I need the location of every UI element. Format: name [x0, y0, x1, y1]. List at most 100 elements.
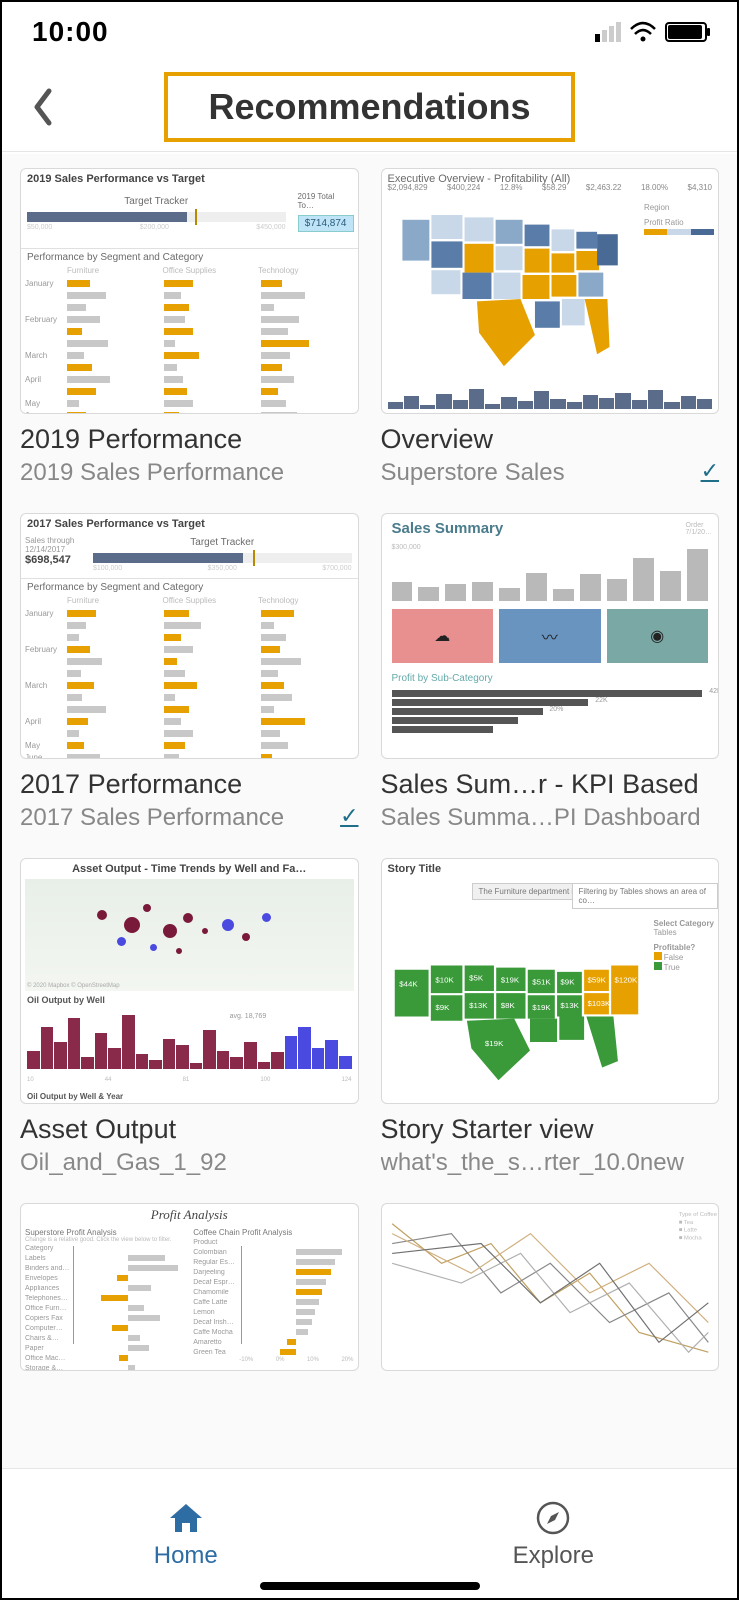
thumb-section: Oil Output by Well: [27, 995, 105, 1005]
svg-text:$5K: $5K: [469, 974, 484, 983]
home-icon: [166, 1498, 206, 1538]
tab-explore[interactable]: Explore: [370, 1469, 738, 1598]
segment-bars: January February March April May June: [21, 275, 358, 414]
rec-card-lines[interactable]: Type of Coffee ■ Tea ■ Latte ■ Mocha: [381, 1203, 720, 1371]
through-label: Sales through 12/14/2017: [25, 536, 83, 554]
tracker-label: Target Tracker: [87, 534, 358, 551]
card-title: Story Starter view: [381, 1114, 720, 1145]
total-value: $714,874: [298, 215, 354, 232]
svg-text:$19K: $19K: [500, 976, 519, 985]
us-map-icon: $44K $10K $9K $5K $13K $19K $8K $51K $19…: [388, 923, 659, 1093]
tab-label: Explore: [513, 1542, 594, 1570]
thumb-sub: Profit by Sub-Category: [382, 671, 719, 686]
card-title: Overview: [381, 424, 720, 455]
svg-text:$19K: $19K: [484, 1039, 503, 1048]
status-icons: [595, 21, 707, 43]
thumb-heading: Profit Analysis: [21, 1204, 358, 1226]
tab-home[interactable]: Home: [2, 1469, 370, 1598]
svg-text:$44K: $44K: [399, 980, 418, 989]
svg-text:$10K: $10K: [435, 976, 454, 985]
thumbnail: Type of Coffee ■ Tea ■ Latte ■ Mocha: [381, 1203, 720, 1371]
segment-bars: January February March April May June: [21, 605, 358, 759]
rec-card-2017-performance[interactable]: 2017 Sales Performance vs Target Sales t…: [20, 513, 359, 832]
svg-text:$103K: $103K: [587, 999, 611, 1008]
legend: RegionProfit Ratio: [644, 203, 714, 235]
through-value: $698,547: [25, 554, 83, 566]
total-label: 2019 Total To…: [292, 189, 358, 213]
card-title: 2017 Performance: [20, 769, 359, 800]
avg-annotation: avg. 18,769: [230, 1013, 267, 1020]
summary-bars: [382, 543, 719, 601]
user-icon: ◉: [607, 609, 709, 663]
rec-card-2019-performance[interactable]: 2019 Sales Performance vs Target Target …: [20, 168, 359, 487]
page-title: Recommendations: [208, 86, 530, 128]
rec-card-overview[interactable]: Executive Overview - Profitability (All)…: [381, 168, 720, 487]
status-bar: 10:00: [2, 2, 737, 62]
progress-bar: [27, 212, 286, 222]
battery-icon: [665, 22, 707, 42]
recommendations-grid[interactable]: 2019 Sales Performance vs Target Target …: [2, 154, 737, 1468]
check-icon: ✓: [701, 458, 719, 484]
card-title: Sales Sum…r - KPI Based: [381, 769, 720, 800]
well-map: © 2020 Mapbox © OpenStreetMap: [25, 879, 354, 991]
progress-bar: [93, 553, 352, 563]
svg-text:$59K: $59K: [587, 976, 606, 985]
thumb-heading: 2019 Sales Performance vs Target: [21, 169, 358, 189]
thumb-heading: Asset Output - Time Trends by Well and F…: [21, 859, 358, 879]
thumbnail: Story Title The Furniture department is …: [381, 858, 720, 1104]
svg-text:Type of Coffee: Type of Coffee: [678, 1212, 717, 1218]
thumbnail: Executive Overview - Profitability (All)…: [381, 168, 720, 414]
thumbnail: 2019 Sales Performance vs Target Target …: [20, 168, 359, 414]
cellular-icon: [595, 22, 621, 42]
sparkline: [388, 387, 713, 409]
kpi-cards: ☁ 〰 ◉: [382, 601, 719, 671]
thumb-heading: Sales Summary: [382, 514, 719, 543]
compass-icon: [533, 1498, 573, 1538]
profit-bars: 42K 22K 20%: [382, 686, 719, 741]
rec-card-profit-analysis[interactable]: Profit Analysis Superstore Profit Analys…: [20, 1203, 359, 1371]
page-title-highlight: Recommendations: [164, 72, 574, 142]
card-subtitle: what's_the_s…rter_10.0new: [381, 1149, 720, 1177]
legend: Select Category Tables Profitable? False…: [654, 919, 714, 972]
thumb-heading: Story Title: [382, 859, 719, 879]
back-button[interactable]: [22, 77, 62, 137]
output-bars: [27, 1009, 352, 1069]
home-indicator: [260, 1582, 480, 1590]
thumb-section: Performance by Segment and Category: [21, 249, 358, 266]
thumb-heading: 2017 Sales Performance vs Target: [21, 514, 358, 534]
card-subtitle: Sales Summa…PI Dashboard: [381, 804, 720, 832]
cloud-icon: ☁: [392, 609, 494, 663]
status-time: 10:00: [32, 16, 109, 48]
thumbnail: Profit Analysis Superstore Profit Analys…: [20, 1203, 359, 1371]
us-map-icon: [390, 203, 639, 383]
thumb-footer: Oil Output by Well & Year: [27, 1092, 123, 1101]
header: Recommendations: [2, 62, 737, 152]
rec-card-sales-summary[interactable]: Sales Summary Order7/1/20… $300,000 ☁ 〰 …: [381, 513, 720, 832]
rec-card-story-starter[interactable]: Story Title The Furniture department is …: [381, 858, 720, 1177]
svg-text:$120K: $120K: [614, 976, 638, 985]
svg-text:■ Tea: ■ Tea: [678, 1220, 693, 1226]
tab-bar: Home Explore: [2, 1468, 737, 1598]
svg-text:$19K: $19K: [532, 1003, 551, 1012]
card-title: 2019 Performance: [20, 424, 359, 455]
svg-text:■ Latte: ■ Latte: [678, 1228, 697, 1234]
card-subtitle: 2019 Sales Performance: [20, 459, 359, 487]
card-subtitle: Superstore Sales: [381, 459, 695, 487]
svg-text:■ Mocha: ■ Mocha: [678, 1236, 702, 1242]
story-pill: Filtering by Tables shows an area of co…: [572, 883, 719, 909]
card-subtitle: 2017 Sales Performance: [20, 804, 334, 832]
col-heading: Superstore Profit Analysis: [25, 1228, 185, 1237]
thumbnail: 2017 Sales Performance vs Target Sales t…: [20, 513, 359, 759]
rec-card-asset-output[interactable]: Asset Output - Time Trends by Well and F…: [20, 858, 359, 1177]
chevron-left-icon: [31, 87, 53, 127]
trend-icon: 〰: [499, 609, 601, 663]
svg-text:$13K: $13K: [469, 1001, 488, 1010]
tab-label: Home: [154, 1542, 218, 1570]
wifi-icon: [629, 21, 657, 43]
svg-text:$51K: $51K: [532, 978, 551, 987]
thumb-section: Performance by Segment and Category: [21, 579, 358, 596]
thumbnail: Sales Summary Order7/1/20… $300,000 ☁ 〰 …: [381, 513, 720, 759]
svg-text:$9K: $9K: [560, 978, 575, 987]
check-icon: ✓: [340, 803, 358, 829]
thumbnail: Asset Output - Time Trends by Well and F…: [20, 858, 359, 1104]
